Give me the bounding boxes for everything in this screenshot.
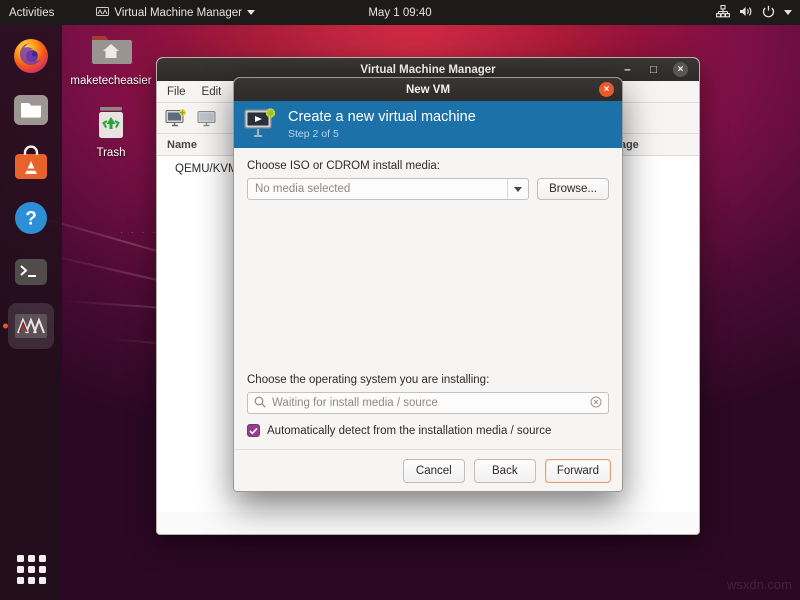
os-search-placeholder: Waiting for install media / source	[272, 397, 584, 409]
new-vm-icon[interactable]	[165, 108, 187, 128]
dialog-body: Choose ISO or CDROM install media: No me…	[234, 148, 622, 449]
vmm-icon	[14, 313, 48, 339]
running-indicator-dot	[3, 324, 8, 329]
top-bar: Activities Virtual Machine Manager May 1…	[0, 0, 800, 25]
cancel-button[interactable]: Cancel	[403, 459, 465, 483]
vmm-window-title: Virtual Machine Manager	[157, 64, 699, 76]
chevron-down-icon[interactable]	[507, 179, 528, 199]
app-menu-label: Virtual Machine Manager	[114, 7, 242, 19]
media-field-label: Choose ISO or CDROM install media:	[247, 160, 609, 172]
files-icon	[12, 91, 50, 129]
desktop-icon-label: Trash	[97, 147, 126, 159]
dialog-title-bar[interactable]: New VM ×	[234, 78, 622, 101]
maximize-button[interactable]: □	[647, 63, 660, 76]
search-icon	[254, 396, 266, 411]
help-icon: ?	[12, 199, 50, 237]
browse-button[interactable]: Browse...	[537, 178, 609, 200]
menu-edit[interactable]: Edit	[202, 86, 222, 98]
watermark: wsxdn.com	[727, 577, 792, 592]
dock-item-files[interactable]	[8, 87, 54, 133]
svg-text:?: ?	[25, 209, 37, 230]
dialog-close-button[interactable]: ×	[599, 82, 614, 97]
menu-file[interactable]: File	[167, 86, 186, 98]
terminal-icon	[12, 253, 50, 291]
vmm-icon	[96, 7, 109, 18]
home-folder-icon	[89, 28, 133, 72]
open-vm-icon[interactable]	[196, 108, 218, 128]
dock-item-firefox[interactable]	[8, 33, 54, 79]
body-spacer	[247, 200, 609, 374]
dialog-header-banner: Create a new virtual machine Step 2 of 5	[234, 101, 622, 148]
dock-item-help[interactable]: ?	[8, 195, 54, 241]
app-menu-button[interactable]: Virtual Machine Manager	[96, 7, 255, 19]
desktop-icon-trash[interactable]: Trash	[68, 100, 154, 159]
iso-media-combo[interactable]: No media selected	[247, 178, 529, 200]
vmm-window-controls: – □ ×	[621, 62, 699, 77]
media-row: No media selected Browse...	[247, 178, 609, 200]
status-indicators	[716, 5, 800, 21]
trash-icon	[89, 100, 133, 144]
show-applications-button[interactable]	[8, 546, 54, 592]
ubuntu-software-icon	[12, 145, 50, 183]
clear-icon[interactable]	[590, 396, 602, 411]
firefox-icon	[12, 37, 50, 75]
forward-button[interactable]: Forward	[545, 459, 611, 483]
dialog-header-title: Create a new virtual machine	[288, 109, 476, 126]
dialog-step-label: Step 2 of 5	[288, 128, 476, 140]
autodetect-row[interactable]: Automatically detect from the installati…	[247, 424, 609, 437]
dock-item-terminal[interactable]	[8, 249, 54, 295]
desktop-icon-home-folder[interactable]: maketecheasier	[68, 28, 154, 87]
iso-media-value: No media selected	[255, 183, 507, 195]
dock-item-virtual-machine-manager[interactable]	[8, 303, 54, 349]
autodetect-checkbox[interactable]	[247, 424, 260, 437]
clock-label: May 1 09:40	[368, 7, 431, 19]
os-field-label: Choose the operating system you are inst…	[247, 374, 609, 386]
network-icon[interactable]	[716, 5, 730, 21]
chevron-down-icon	[247, 10, 255, 15]
dialog-header-text: Create a new virtual machine Step 2 of 5	[288, 109, 476, 140]
dialog-footer: Cancel Back Forward	[234, 449, 622, 491]
back-button[interactable]: Back	[474, 459, 536, 483]
autodetect-label: Automatically detect from the installati…	[267, 425, 551, 437]
new-vm-dialog: New VM × Create a new virtual machine St…	[233, 77, 623, 492]
close-button[interactable]: ×	[673, 62, 688, 77]
volume-icon[interactable]	[739, 5, 753, 21]
desktop-icon-label: maketecheasier	[70, 75, 151, 87]
os-search-input[interactable]: Waiting for install media / source	[247, 392, 609, 414]
desktop: · · · · · Activities Virtual Machine Man…	[0, 0, 800, 600]
dock: ?	[0, 25, 62, 600]
body-bottom-gap	[247, 437, 609, 449]
activities-button[interactable]: Activities	[0, 7, 64, 19]
minimize-button[interactable]: –	[621, 63, 634, 76]
dialog-title: New VM	[234, 84, 622, 96]
dock-item-ubuntu-software[interactable]	[8, 141, 54, 187]
create-vm-icon	[244, 108, 278, 142]
chevron-down-icon[interactable]	[784, 10, 792, 15]
apps-grid-icon	[17, 555, 46, 584]
power-icon[interactable]	[762, 5, 775, 21]
